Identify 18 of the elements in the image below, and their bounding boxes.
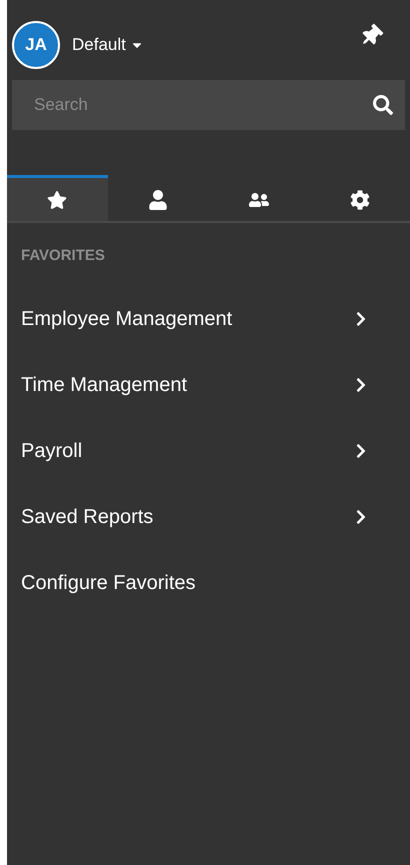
search-icon[interactable] — [373, 95, 393, 115]
chevron-icon — [354, 508, 368, 524]
menu-item[interactable]: Time Management — [7, 352, 410, 418]
chevron-icon — [354, 376, 368, 392]
settings-icon — [350, 190, 370, 210]
menu-item[interactable]: Employee Management — [7, 286, 410, 352]
section-title: FAVORITES — [20, 246, 106, 266]
menu-item[interactable]: Configure Favorites — [7, 550, 410, 616]
user-icon — [148, 190, 168, 210]
menu-item[interactable]: Payroll — [7, 418, 410, 484]
search-field[interactable]: Search — [12, 80, 405, 130]
chevron-icon — [354, 310, 368, 326]
star-icon — [47, 190, 68, 210]
chevron-icon — [354, 442, 368, 458]
profile-dropdown[interactable]: Default — [72, 32, 144, 58]
menu-item[interactable]: Saved Reports — [7, 484, 410, 550]
tab[interactable] — [7, 175, 108, 221]
avatar[interactable]: JA — [12, 21, 60, 69]
